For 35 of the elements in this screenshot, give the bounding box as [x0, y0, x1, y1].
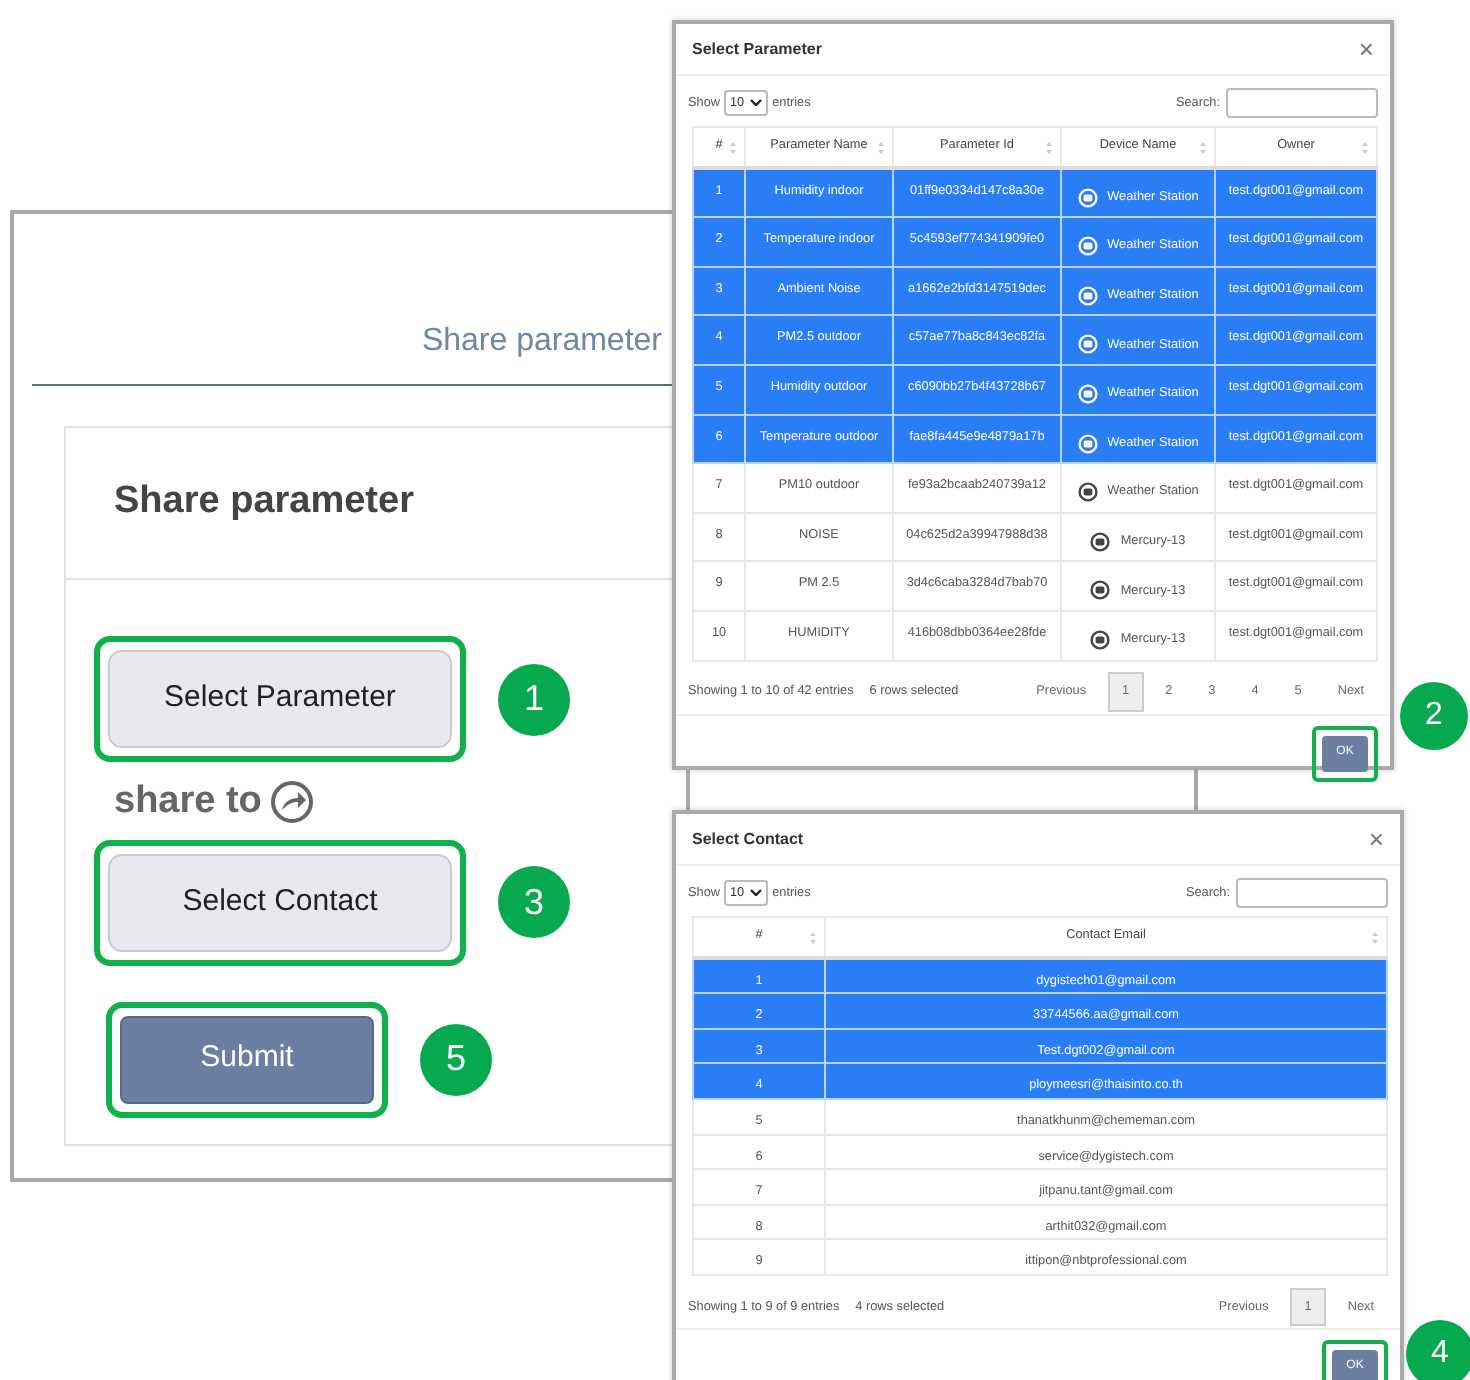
device-icon: [1077, 433, 1098, 454]
sort-icon: [1044, 140, 1054, 156]
close-button[interactable]: ×: [1358, 36, 1374, 62]
share-icon: [269, 780, 314, 825]
device-icon: [1077, 236, 1098, 257]
select-parameter-button[interactable]: Select Parameter: [108, 650, 452, 748]
sort-icon: [1360, 140, 1370, 156]
device-icon: [1077, 187, 1098, 207]
search-field[interactable]: [1236, 878, 1388, 908]
device-icon: [1077, 285, 1098, 306]
close-button[interactable]: ×: [1368, 826, 1384, 852]
sort-icon: [876, 140, 886, 156]
device-icon: [1090, 580, 1111, 601]
search-field[interactable]: [1226, 88, 1378, 118]
dialog-title: Select Contact: [692, 827, 804, 851]
caret-icon: [750, 98, 763, 107]
step-number: 3: [498, 866, 570, 938]
sort-icon: [1198, 140, 1208, 156]
step-number: 4: [1406, 1320, 1470, 1380]
sort-icon: [1370, 930, 1380, 946]
step-number: 5: [420, 1023, 492, 1095]
device-icon: [1090, 629, 1111, 650]
device-icon: [1077, 482, 1098, 503]
step-number: 2: [1400, 682, 1468, 750]
sort-icon: [808, 930, 818, 946]
submit-button[interactable]: Submit: [120, 1015, 374, 1103]
caret-icon: [750, 888, 763, 897]
device-icon: [1077, 383, 1098, 404]
dialog-title: Select Parameter: [692, 37, 822, 61]
select-contact-button[interactable]: Select Contact: [108, 853, 452, 951]
step-number: 1: [498, 663, 570, 735]
sort-icon: [728, 140, 738, 156]
device-icon: [1090, 531, 1111, 552]
device-icon: [1077, 334, 1098, 355]
share-to-label: share to: [114, 778, 262, 826]
